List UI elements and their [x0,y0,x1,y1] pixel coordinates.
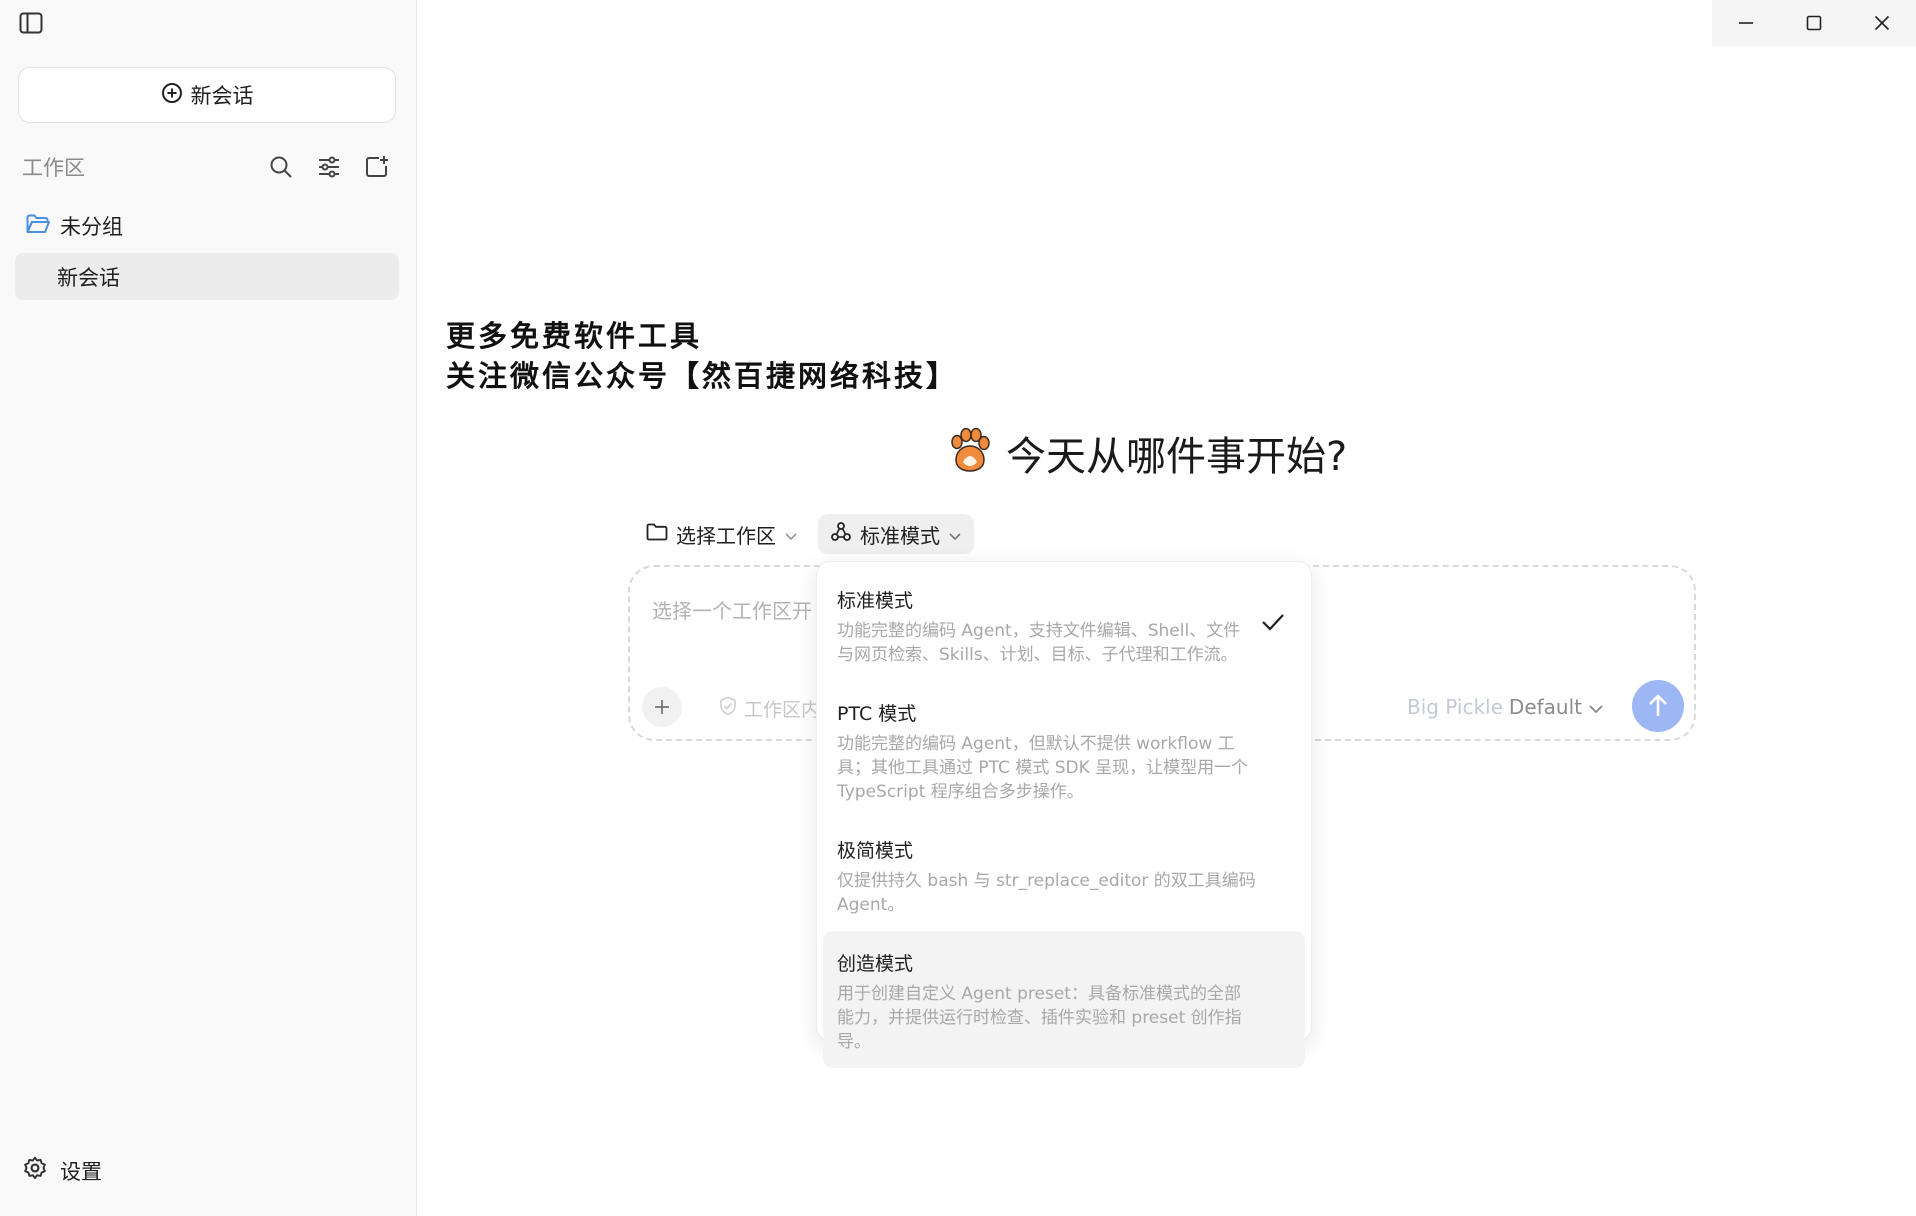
hero: 今天从哪件事开始? [948,424,1347,482]
new-chat-button[interactable]: 新会话 [18,67,396,123]
new-chat-label: 新会话 [190,84,254,108]
search-icon[interactable] [268,154,294,180]
message-input[interactable]: 选择一个工作区开 [652,595,812,624]
chevron-down-icon [948,522,962,546]
mode-nodes-icon [830,521,852,548]
mode-option-desc: 用于创建自定义 Agent preset：具备标准模式的全部能力，并提供运行时检… [837,984,1242,1052]
mode-option-name: PTC 模式 [837,703,917,725]
workspace-header: 工作区 [22,150,400,184]
mode-option-ptc[interactable]: PTC 模式 功能完整的编码 Agent，但默认不提供 workflow 工具；… [823,681,1305,818]
chevron-down-icon [1588,695,1604,719]
mode-select-label: 标准模式 [860,523,940,548]
watermark-text: 更多免费软件工具 关注微信公众号【然百捷网络科技】 [446,316,958,396]
mode-option-desc: 功能完整的编码 Agent，支持文件编辑、Shell、文件与网页检索、Skill… [837,621,1241,665]
model-select[interactable]: Big Pickle Default [1407,695,1604,719]
gear-icon [22,1155,48,1186]
session-item[interactable]: 新会话 [15,253,399,300]
mode-option-desc: 仅提供持久 bash 与 str_replace_editor 的双工具编码 A… [837,871,1256,915]
mode-option-minimal[interactable]: 极简模式 仅提供持久 bash 与 str_replace_editor 的双工… [823,818,1305,931]
sidebar: 新会话 工作区 未分组 新会话 设置 [0,0,417,1216]
mode-option-create[interactable]: 创造模式 用于创建自定义 Agent preset：具备标准模式的全部能力，并提… [823,931,1305,1068]
watermark-line-1: 更多免费软件工具 [446,319,703,353]
add-attachment-button[interactable] [642,687,682,727]
mode-option-standard[interactable]: 标准模式 功能完整的编码 Agent，支持文件编辑、Shell、文件与网页检索、… [823,568,1305,681]
close-icon[interactable] [1848,0,1916,46]
workspace-select[interactable]: 选择工作区 [634,514,810,554]
workspace-select-label: 选择工作区 [676,523,776,548]
window-controls [1712,0,1916,46]
minimize-icon[interactable] [1712,0,1780,46]
watermark-line-2: 关注微信公众号【然百捷网络科技】 [446,359,959,393]
folder-open-icon [26,214,50,239]
filter-icon[interactable] [316,154,342,180]
chevron-down-icon [784,522,798,546]
checkmark-icon [1261,612,1285,636]
send-button[interactable] [1632,680,1684,732]
workspace-scope[interactable]: 工作区内 [718,695,820,722]
mode-option-name: 创造模式 [837,953,914,975]
plus-circle-icon [161,82,183,109]
model-name: Big Pickle [1406,695,1503,719]
mode-option-name: 标准模式 [837,590,914,612]
add-folder-icon[interactable] [364,154,390,180]
folder-icon [646,522,668,546]
mode-select[interactable]: 标准模式 [818,514,974,554]
group-label: 未分组 [60,215,123,239]
model-variant: Default [1508,695,1582,719]
composer-toolbar: 选择工作区 标准模式 [634,514,974,554]
shield-check-icon [718,696,738,721]
workspace-title: 工作区 [22,156,85,180]
mode-dropdown-menu: 标准模式 功能完整的编码 Agent，支持文件编辑、Shell、文件与网页检索、… [816,561,1312,1068]
paw-logo-icon [948,427,992,478]
settings-button[interactable]: 设置 [22,1155,102,1186]
mode-option-name: 极简模式 [837,840,914,862]
workspace-scope-label: 工作区内 [744,699,821,721]
settings-label: 设置 [60,1159,102,1184]
sidebar-toggle-icon[interactable] [18,10,44,36]
hero-title: 今天从哪件事开始? [1006,434,1348,480]
group-ungrouped[interactable]: 未分组 [26,211,123,241]
mode-option-desc: 功能完整的编码 Agent，但默认不提供 workflow 工具；其他工具通过 … [837,734,1249,802]
maximize-icon[interactable] [1780,0,1848,46]
